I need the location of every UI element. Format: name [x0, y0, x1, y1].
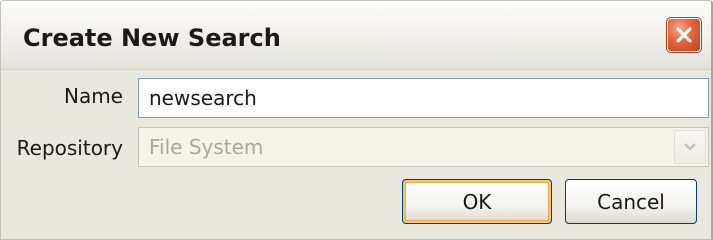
repository-value: File System: [149, 135, 264, 159]
cancel-button[interactable]: Cancel: [565, 179, 697, 224]
title-bar[interactable]: Create New Search: [1, 1, 711, 70]
chevron-down-icon: [684, 143, 696, 151]
dialog-title: Create New Search: [23, 24, 281, 52]
close-button[interactable]: [666, 17, 702, 53]
repository-label: Repository: [16, 136, 123, 160]
close-x-icon: [676, 27, 692, 43]
name-input[interactable]: newsearch: [138, 78, 709, 118]
repository-dropdown-button: [674, 130, 706, 164]
name-label: Name: [63, 84, 123, 108]
ok-button[interactable]: OK: [402, 179, 552, 224]
create-new-search-dialog: Create New Search Name newsearch Reposit…: [0, 0, 713, 240]
repository-select: File System: [138, 127, 709, 167]
